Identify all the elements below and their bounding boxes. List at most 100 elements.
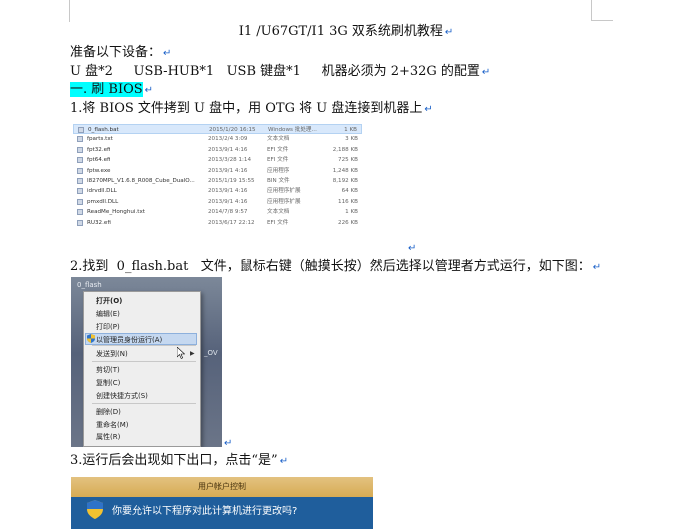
file-row[interactable]: idrvdll.DLL 2013/9/1 4:16 应用程序扩展 64 KB [73, 186, 362, 196]
prep-heading: 准备以下设备： ↵ [70, 45, 172, 60]
step3-text: 3.运行后会出现如下出口，点击“是” ↵ [70, 453, 289, 468]
partial-file-label: _OV [204, 349, 218, 357]
file-size: 3 KB [345, 136, 358, 143]
menu-item[interactable]: 重命名(M) [96, 420, 129, 430]
file-size: 1,248 KB [332, 167, 358, 174]
mouse-cursor-icon [177, 347, 185, 359]
context-menu: 打开(O) 编辑(E) 打印(P) 以管理员身份运行(A) 发送到(N) ▶ 剪切(T) 复制… [83, 291, 201, 447]
menu-separator [92, 361, 196, 362]
file-date: 2013/9/1 4:16 [208, 188, 248, 195]
uac-title: 用户帐户控制 [198, 482, 246, 491]
file-date: 2013/9/1 4:16 [208, 146, 248, 153]
file-icon [77, 198, 83, 205]
file-type: 文本文档 [267, 209, 290, 216]
file-label: 0_flash [77, 281, 102, 289]
page-corner-mark-right-vertical [591, 0, 592, 20]
file-name: pmxdll.DLL [87, 198, 119, 205]
file-date: 2013/9/1 4:16 [208, 167, 248, 174]
paragraph-mark-icon: ↵ [424, 104, 433, 115]
file-type: 应用程序 [267, 167, 290, 174]
file-list-screenshot: 0_flash.bat 2015/1/20 16:15 Windows 批处理...… [73, 124, 362, 235]
document-title: I1 /U67GT/I1 3G 双系统刷机教程 ↵ [238, 24, 454, 39]
page-corner-mark-left [69, 0, 70, 22]
menu-item[interactable]: 复制(C) [96, 378, 120, 388]
file-name: fpt32.efi [87, 146, 111, 153]
uac-question: 你要允许以下程序对此计算机进行更改吗? [112, 506, 298, 517]
file-type: BIN 文件 [267, 178, 290, 184]
file-type: 应用程序扩展 [267, 198, 301, 205]
menu-separator [92, 403, 196, 404]
menu-item[interactable]: 删除(D) [96, 407, 121, 417]
file-size: 64 KB [341, 188, 358, 195]
file-type: EFI 文件 [267, 157, 289, 164]
file-icon [77, 167, 83, 174]
section1-heading: 一. 刷 BIOS ↵ [70, 82, 154, 97]
file-name: RU32.efi [87, 219, 111, 226]
file-type: 应用程序扩展 [267, 188, 301, 195]
menu-item[interactable]: 剪切(T) [96, 365, 120, 375]
paragraph-mark-icon: ↵ [163, 48, 172, 59]
file-date: 2014/7/8 9:57 [208, 209, 248, 216]
file-date: 2013/6/17 22:12 [208, 219, 255, 226]
file-icon [77, 178, 83, 184]
file-size: 116 KB [338, 198, 358, 205]
file-date: 2013/9/1 4:16 [208, 198, 248, 205]
step1-text: 1.将 BIOS 文件拷到 U 盘中，用 OTG 将 U 盘连接到机器上 ↵ [70, 101, 433, 116]
menu-separator [92, 345, 196, 346]
equipment-line: U 盘*2 USB-HUB*1 USB 键盘*1 机器必须为 2+32G 的配置… [70, 64, 491, 79]
file-name: fptw.exe [87, 167, 111, 174]
file-name: idrvdll.DLL [87, 188, 117, 195]
file-size: 725 KB [338, 157, 358, 164]
paragraph-mark-icon: ↵ [144, 85, 154, 96]
file-row[interactable]: ReadMe_Honghui.txt 2014/7/8 9:57 文本文档 1 KB [73, 207, 362, 217]
uac-dialog-screenshot: 用户帐户控制 你要允许以下程序对此计算机进行更改吗? [71, 477, 373, 529]
file-row[interactable]: pmxdll.DLL 2013/9/1 4:16 应用程序扩展 116 KB [73, 197, 362, 207]
paragraph-mark-icon: ↵ [279, 456, 289, 467]
file-date: 2015/1/19 15:55 [208, 178, 255, 184]
page-corner-mark-right-horizontal [591, 20, 613, 21]
paragraph-mark-icon: ↵ [444, 27, 454, 38]
file-size: 226 KB [338, 219, 358, 226]
file-type: 文本文档 [267, 136, 290, 143]
file-row[interactable]: 0_flash.bat 2015/1/20 16:15 Windows 批处理...… [73, 124, 362, 134]
file-type: EFI 文件 [267, 146, 289, 153]
shield-icon [87, 500, 103, 519]
file-row[interactable]: RU32.efi 2013/6/17 22:12 EFI 文件 226 KB [73, 218, 362, 228]
paragraph-mark-icon: ↵ [408, 243, 417, 254]
paragraph-mark-icon: ↵ [481, 67, 491, 78]
file-name: fpt64.efi [87, 157, 111, 164]
menu-item[interactable]: 打印(P) [96, 322, 120, 332]
menu-item[interactable]: 属性(R) [96, 432, 120, 442]
file-size: 1 KB [345, 209, 358, 216]
file-date: 2013/2/4 3:09 [208, 136, 248, 143]
submenu-arrow-icon: ▶ [190, 350, 195, 357]
menu-item[interactable]: 创建快捷方式(S) [96, 391, 148, 401]
file-row[interactable]: I8270MPL_V1.6.8_R008_Cube_DualO... 2015/1… [73, 176, 362, 186]
file-icon [77, 157, 83, 164]
file-row[interactable]: fpt64.efi 2013/3/28 1:14 EFI 文件 725 KB [73, 155, 362, 165]
file-name: fparts.txt [87, 136, 113, 143]
file-type: EFI 文件 [267, 219, 289, 226]
step2-text: 2.找到 0_flash.bat 文件，鼠标右键（触摸长按）然后选择以管理者方式… [70, 259, 602, 274]
menu-item[interactable]: 打开(O) [96, 296, 122, 306]
paragraph-mark-icon: ↵ [224, 438, 233, 449]
file-icon [77, 209, 83, 216]
shield-icon [87, 334, 95, 343]
file-row[interactable]: fptw.exe 2013/9/1 4:16 应用程序 1,248 KB [73, 166, 362, 176]
paragraph-mark-icon: ↵ [592, 262, 602, 273]
menu-item[interactable]: 编辑(E) [96, 309, 120, 319]
file-name: I8270MPL_V1.6.8_R008_Cube_DualO... [87, 178, 195, 184]
file-name: ReadMe_Honghui.txt [87, 209, 145, 216]
menu-item[interactable]: 以管理员身份运行(A) [96, 335, 162, 345]
menu-item[interactable]: 发送到(N) [96, 349, 128, 359]
file-size: 2,188 KB [332, 146, 358, 153]
file-icon [77, 219, 83, 226]
file-icon [77, 188, 83, 195]
file-row[interactable]: fpt32.efi 2013/9/1 4:16 EFI 文件 2,188 KB [73, 145, 362, 155]
file-row[interactable]: fparts.txt 2013/2/4 3:09 文本文档 3 KB [73, 134, 362, 144]
file-size: 8,192 KB [332, 178, 358, 184]
file-icon [77, 136, 83, 143]
file-icon [77, 146, 83, 153]
context-menu-screenshot: 0_flash _OV 打开(O) 编辑(E) 打印(P) 以管理员身份运行(A) 发送… [71, 277, 222, 447]
file-icon [78, 127, 84, 133]
